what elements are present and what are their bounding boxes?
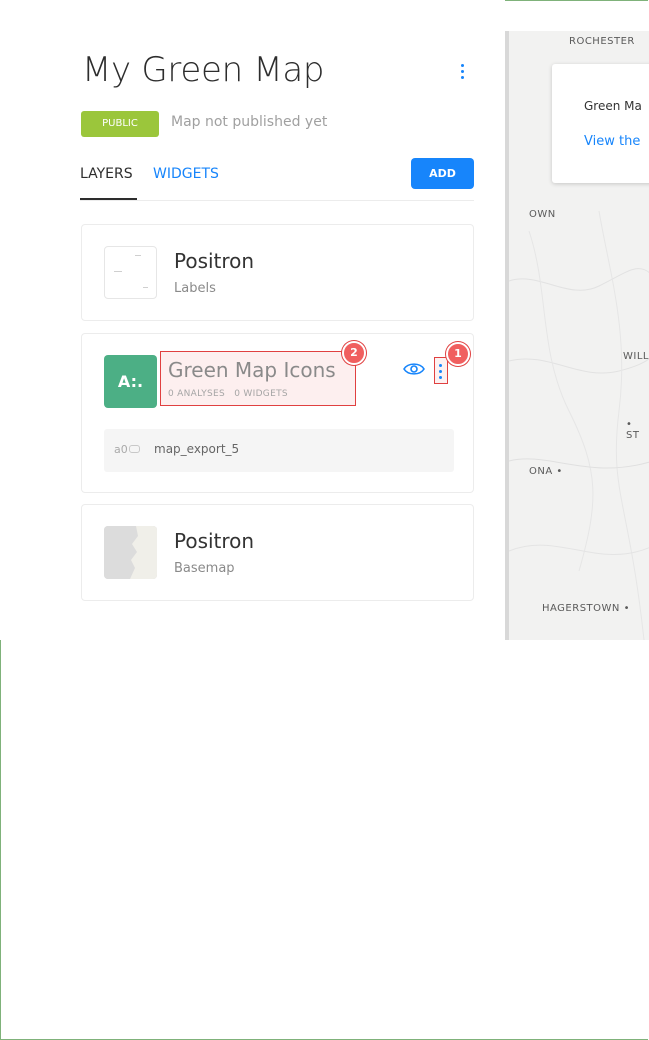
map-options-menu-icon[interactable] xyxy=(456,60,468,82)
tab-widgets[interactable]: WIDGETS xyxy=(153,166,219,182)
layer-letter-badge[interactable]: A:. xyxy=(104,355,157,408)
layer-name[interactable]: Positron xyxy=(174,529,254,553)
basemap-preview-icon xyxy=(104,526,157,579)
map-popup: Green Ma View the xyxy=(552,64,649,183)
layer-card-green-map-icons[interactable]: A:. Green Map Icons 0 ANALYSES 0 WIDGETS… xyxy=(81,333,474,493)
add-button[interactable]: ADD xyxy=(411,158,474,189)
map-place-label: • ST xyxy=(626,419,640,441)
divider xyxy=(80,200,474,201)
tab-layers[interactable]: LAYERS xyxy=(80,166,133,182)
annotation-marker-1: 1 xyxy=(446,342,470,366)
editor-panel: My Green Map PUBLIC Map not published ye… xyxy=(0,0,505,640)
source-id: a0 xyxy=(114,443,128,456)
publish-status: Map not published yet xyxy=(171,114,328,130)
map-place-label: OWN xyxy=(529,209,556,220)
link-icon xyxy=(129,445,140,453)
popup-title: Green Ma xyxy=(584,99,642,113)
visibility-badge[interactable]: PUBLIC xyxy=(81,111,159,137)
popup-link[interactable]: View the xyxy=(584,134,640,149)
layer-source-row[interactable]: a0 map_export_5 xyxy=(104,429,454,472)
map-preview[interactable]: ROCHESTER OWN WILL • ST ONA • HAGERSTOWN… xyxy=(505,31,649,640)
layer-card-basemap[interactable]: Positron Basemap xyxy=(81,504,474,601)
map-place-label: HAGERSTOWN • xyxy=(542,603,630,614)
basemap-thumbnail xyxy=(104,526,157,579)
layer-options-menu-icon[interactable] xyxy=(434,357,448,384)
visibility-eye-icon[interactable] xyxy=(403,361,425,377)
analyses-count: 0 ANALYSES xyxy=(168,389,226,399)
source-name: map_export_5 xyxy=(154,442,240,456)
layer-type: Basemap xyxy=(174,561,235,576)
map-place-label: WILL xyxy=(623,351,649,362)
map-place-label: ROCHESTER xyxy=(569,36,635,47)
labels-thumbnail xyxy=(104,246,157,299)
map-place-label: ONA • xyxy=(529,466,563,477)
layer-stats: 0 ANALYSES 0 WIDGETS xyxy=(168,389,288,399)
layer-card-labels[interactable]: Positron Labels xyxy=(81,224,474,321)
layer-name[interactable]: Positron xyxy=(174,249,254,273)
layer-type: Labels xyxy=(174,281,216,296)
page-title: My Green Map xyxy=(82,50,325,90)
layer-name[interactable]: Green Map Icons xyxy=(168,358,336,382)
annotation-marker-2: 2 xyxy=(342,341,366,365)
widgets-count: 0 WIDGETS xyxy=(234,389,288,399)
